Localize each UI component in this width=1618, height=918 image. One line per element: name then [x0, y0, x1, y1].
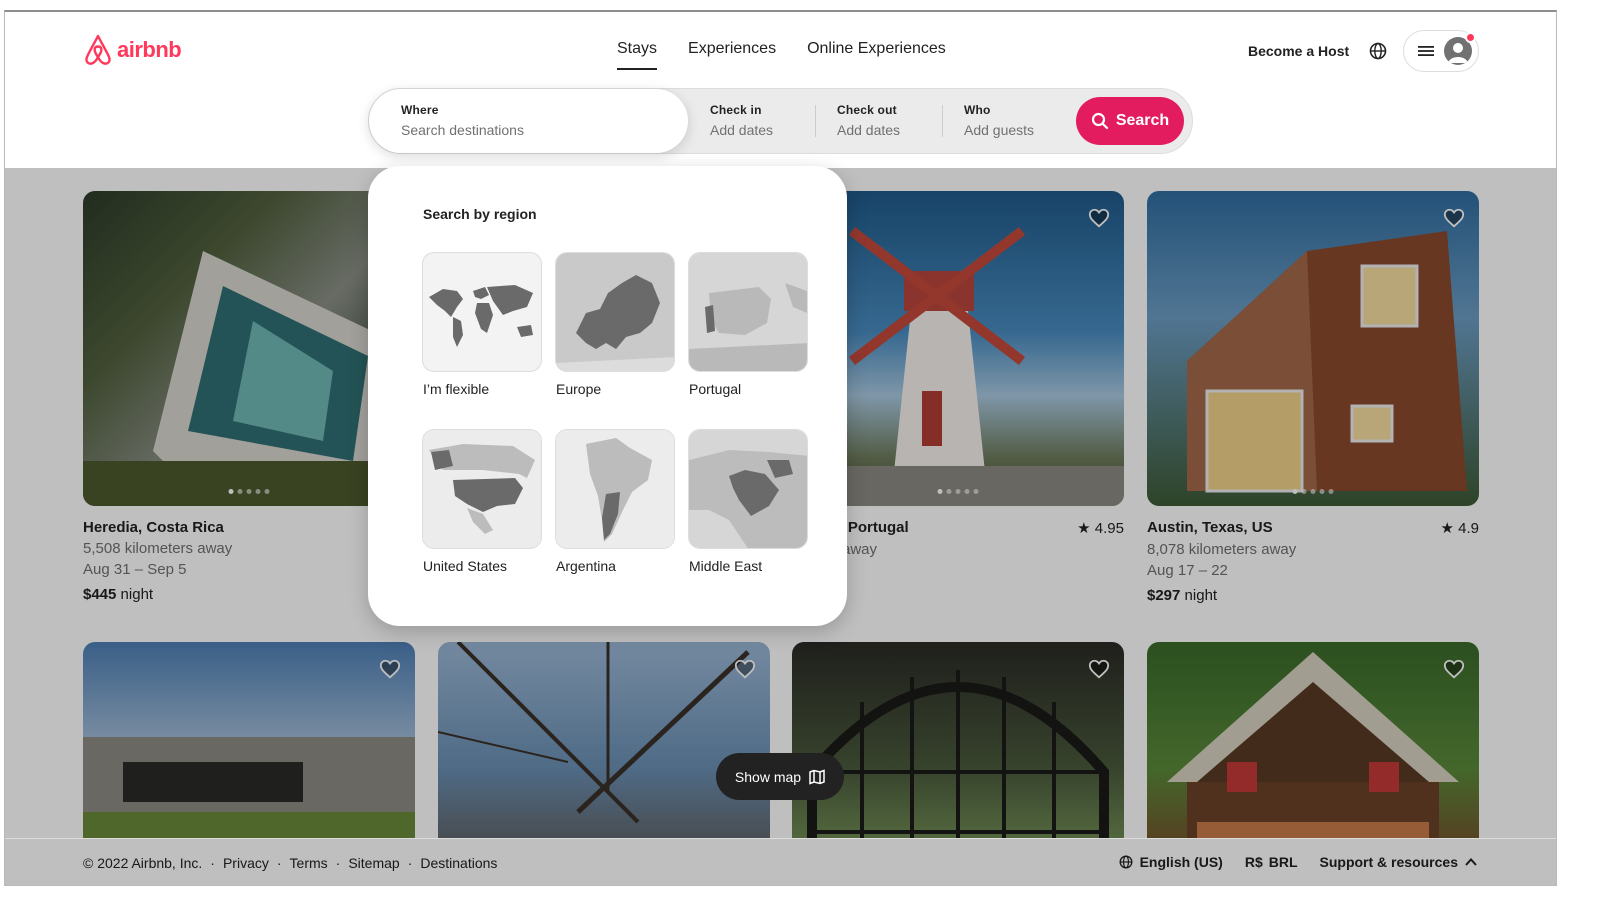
world-map-image	[422, 252, 542, 372]
become-host-link[interactable]: Become a Host	[1248, 43, 1349, 59]
region-tile-europe[interactable]: Europe	[555, 252, 677, 397]
tab-experiences[interactable]: Experiences	[688, 40, 776, 70]
hamburger-menu-icon	[1418, 46, 1434, 56]
page-footer: © 2022 Airbnb, Inc. · Privacy · Terms · …	[5, 838, 1556, 885]
where-field[interactable]: Where Search destinations	[369, 89, 688, 153]
check-in-value: Add dates	[710, 122, 774, 138]
globe-icon[interactable]	[1367, 40, 1389, 62]
search-bar: Where Search destinations Check in Add d…	[368, 88, 1193, 154]
search-button-label: Search	[1115, 112, 1170, 129]
region-label: Middle East	[689, 558, 763, 574]
search-button[interactable]: Search	[1076, 97, 1184, 145]
search-by-region-panel: Search by region I’m flexible Europe Por…	[368, 166, 847, 626]
region-heading: Search by region	[423, 206, 537, 222]
who-field[interactable]: Who Add guests	[964, 89, 1074, 153]
portugal-map-image	[688, 252, 808, 372]
region-label: Argentina	[556, 558, 616, 574]
map-icon	[809, 768, 825, 785]
united-states-map-image	[422, 429, 542, 549]
argentina-map-image	[555, 429, 675, 549]
region-tile-flexible[interactable]: I’m flexible	[422, 252, 544, 397]
brand-name: airbnb	[117, 37, 182, 62]
top-header: airbnb Stays Experiences Online Experien…	[5, 12, 1556, 168]
search-divider	[942, 105, 943, 137]
main-nav: Stays Experiences Online Experiences	[617, 40, 946, 70]
tab-stays[interactable]: Stays	[617, 40, 658, 70]
middle-east-map-image	[688, 429, 808, 549]
check-in-field[interactable]: Check in Add dates	[710, 89, 815, 153]
notification-dot	[1465, 32, 1476, 43]
check-out-label: Check out	[837, 103, 897, 117]
region-tile-united-states[interactable]: United States	[422, 429, 544, 574]
region-label: Portugal	[689, 381, 742, 397]
check-in-label: Check in	[710, 103, 762, 117]
region-label: Europe	[556, 381, 602, 397]
airbnb-logo-icon	[85, 34, 111, 65]
region-tile-argentina[interactable]: Argentina	[555, 429, 677, 574]
show-map-label: Show map	[734, 768, 802, 785]
region-tile-portugal[interactable]: Portugal	[688, 252, 810, 397]
show-map-button[interactable]: Show map	[716, 753, 844, 800]
region-tile-middle-east[interactable]: Middle East	[688, 429, 810, 574]
check-out-field[interactable]: Check out Add dates	[837, 89, 942, 153]
tab-online-experiences[interactable]: Online Experiences	[807, 40, 946, 70]
search-divider	[815, 105, 816, 137]
airbnb-logo[interactable]: airbnb	[83, 34, 182, 66]
where-placeholder: Search destinations	[401, 122, 524, 138]
where-label: Where	[401, 103, 439, 117]
who-label: Who	[964, 103, 991, 117]
europe-map-image	[555, 252, 675, 372]
browser-viewport: airbnb Stays Experiences Online Experien…	[4, 10, 1557, 886]
region-label: I’m flexible	[423, 381, 490, 397]
region-label: United States	[423, 558, 508, 574]
who-value: Add guests	[964, 122, 1035, 138]
check-out-value: Add dates	[837, 122, 901, 138]
footer-dim-overlay	[5, 839, 1556, 885]
search-icon	[1091, 112, 1108, 130]
